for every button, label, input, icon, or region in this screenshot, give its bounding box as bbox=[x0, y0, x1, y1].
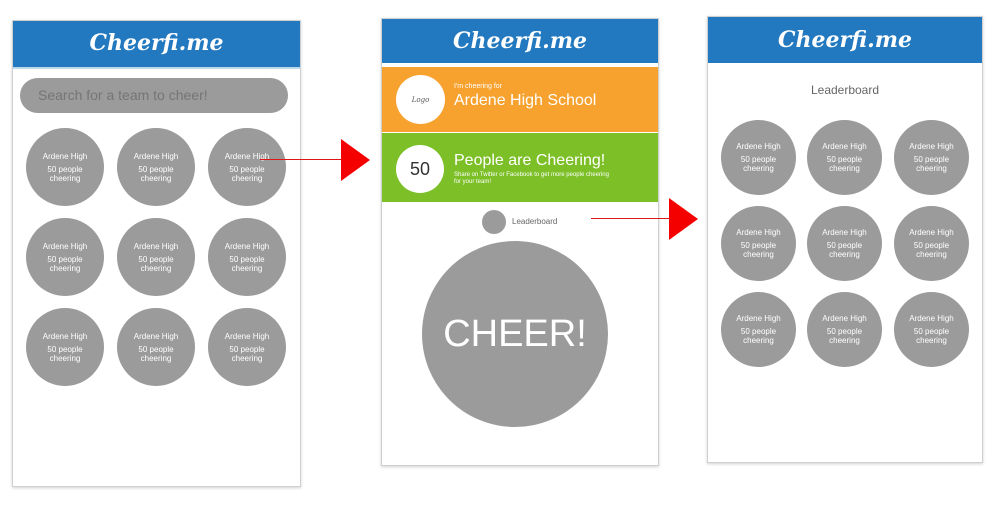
team-cheer-label: cheering bbox=[743, 164, 774, 173]
team-cheer-label: cheering bbox=[49, 173, 81, 183]
team-cheer-count: 50 people bbox=[138, 254, 174, 264]
cheer-count: 50 bbox=[396, 145, 444, 193]
flow-arrow-head-1 bbox=[341, 139, 370, 181]
team-cheer-label: cheering bbox=[829, 336, 860, 345]
team-cheer-screen: Cheerfi.me Logo I'm cheering for Ardene … bbox=[381, 18, 659, 466]
team-cheer-label: cheering bbox=[916, 164, 947, 173]
leaderboard-screen: Cheerfi.me Leaderboard Ardene High 50 peo… bbox=[707, 16, 983, 463]
team-cheer-label: cheering bbox=[829, 250, 860, 259]
team-cheer-count: 50 people bbox=[913, 327, 950, 336]
team-circle[interactable]: Ardene High 50 people cheering bbox=[208, 128, 286, 206]
team-cheer-count: 50 people bbox=[47, 344, 83, 354]
team-name: Ardene High bbox=[133, 331, 179, 341]
header-divider bbox=[13, 67, 300, 69]
app-header: Cheerfi.me bbox=[382, 19, 658, 63]
team-name: Ardene High bbox=[42, 331, 88, 341]
team-name: Ardene High bbox=[736, 228, 781, 237]
school-name: Ardene High School bbox=[454, 92, 597, 109]
team-circle[interactable]: Ardene High 50 people cheering bbox=[807, 292, 882, 367]
team-circle[interactable]: Ardene High 50 people cheering bbox=[721, 292, 796, 367]
leaderboard-title: Leaderboard bbox=[810, 83, 880, 97]
team-cheer-count: 50 people bbox=[740, 241, 777, 250]
team-circle[interactable]: Ardene High 50 people cheering bbox=[117, 308, 195, 386]
team-circle[interactable]: Ardene High 50 people cheering bbox=[208, 308, 286, 386]
team-cheer-label: cheering bbox=[916, 336, 947, 345]
team-circle[interactable]: Ardene High 50 people cheering bbox=[117, 218, 195, 296]
team-cheer-count: 50 people bbox=[740, 155, 777, 164]
team-name: Ardene High bbox=[42, 151, 88, 161]
flow-arrow-line-2 bbox=[591, 218, 669, 219]
team-circle[interactable]: Ardene High 50 people cheering bbox=[721, 120, 796, 195]
team-cheer-count: 50 people bbox=[47, 254, 83, 264]
team-cheer-label: cheering bbox=[231, 353, 263, 363]
team-cheer-label: cheering bbox=[49, 263, 81, 273]
team-circle[interactable]: Ardene High 50 people cheering bbox=[807, 206, 882, 281]
team-cheer-label: cheering bbox=[140, 263, 172, 273]
team-circle[interactable]: Ardene High 50 people cheering bbox=[721, 206, 796, 281]
leaderboard-link[interactable]: Leaderboard bbox=[512, 217, 557, 226]
team-name: Ardene High bbox=[909, 314, 954, 323]
team-name: Ardene High bbox=[42, 241, 88, 251]
people-cheering-text: People are Cheering! bbox=[454, 152, 606, 169]
team-cheer-count: 50 people bbox=[138, 344, 174, 354]
team-logo: Logo bbox=[396, 75, 445, 124]
team-search-screen: Cheerfi.me Ardene High50 peoplecheeringA… bbox=[12, 20, 301, 487]
share-prompt: Share on Twitter or Facebook to get more… bbox=[454, 172, 609, 185]
team-cheer-count: 50 people bbox=[229, 254, 265, 264]
app-header: Cheerfi.me bbox=[708, 17, 982, 63]
team-cheer-count: 50 people bbox=[826, 241, 863, 250]
team-cheer-label: cheering bbox=[916, 250, 947, 259]
team-name: Ardene High bbox=[909, 142, 954, 151]
flow-arrow-line-1 bbox=[260, 159, 342, 160]
team-cheer-count: 50 people bbox=[826, 155, 863, 164]
team-cheer-label: cheering bbox=[231, 263, 263, 273]
team-cheer-count: 50 people bbox=[826, 327, 863, 336]
team-name: Ardene High bbox=[822, 228, 867, 237]
leaderboard-icon[interactable] bbox=[482, 210, 506, 234]
app-header: Cheerfi.me bbox=[13, 21, 300, 67]
team-name: Ardene High bbox=[224, 331, 270, 341]
team-name: Ardene High bbox=[736, 142, 781, 151]
flow-arrow-head-2 bbox=[669, 198, 698, 240]
team-cheer-label: cheering bbox=[743, 336, 774, 345]
team-cheer-count: 50 people bbox=[138, 164, 174, 174]
team-cheer-label: cheering bbox=[829, 164, 860, 173]
cheering-for-label: I'm cheering for bbox=[454, 83, 503, 90]
team-cheer-label: cheering bbox=[140, 353, 172, 363]
team-name: Ardene High bbox=[822, 142, 867, 151]
team-name: Ardene High bbox=[133, 241, 179, 251]
team-circle[interactable]: Ardene High 50 people cheering bbox=[807, 120, 882, 195]
team-circle[interactable]: Ardene High 50 people cheering bbox=[26, 218, 104, 296]
team-name: Ardene High bbox=[909, 228, 954, 237]
team-cheer-count: 50 people bbox=[740, 327, 777, 336]
team-circle[interactable]: Ardene High 50 people cheering bbox=[894, 120, 969, 195]
team-cheer-count: 50 people bbox=[229, 164, 265, 174]
cheer-button[interactable]: CHEER! bbox=[422, 241, 608, 427]
team-circle[interactable]: Ardene High 50 people cheering bbox=[894, 292, 969, 367]
team-banner: Logo I'm cheering for Ardene High School bbox=[382, 67, 658, 132]
team-circle[interactable]: Ardene High 50 people cheering bbox=[26, 128, 104, 206]
team-cheer-count: 50 people bbox=[47, 164, 83, 174]
team-cheer-label: cheering bbox=[231, 173, 263, 183]
team-cheer-label: cheering bbox=[743, 250, 774, 259]
team-circle[interactable]: Ardene High 50 people cheering bbox=[208, 218, 286, 296]
team-cheer-count: 50 people bbox=[913, 241, 950, 250]
team-cheer-label: cheering bbox=[49, 353, 81, 363]
team-name: Ardene High bbox=[736, 314, 781, 323]
team-name: Ardene High bbox=[133, 151, 179, 161]
team-search-input[interactable] bbox=[20, 78, 288, 113]
team-cheer-count: 50 people bbox=[913, 155, 950, 164]
cheer-count-banner: 50 People are Cheering! Share on Twitter… bbox=[382, 133, 658, 202]
team-cheer-label: cheering bbox=[140, 173, 172, 183]
team-name: Ardene High bbox=[224, 241, 270, 251]
team-circle[interactable]: Ardene High 50 people cheering bbox=[26, 308, 104, 386]
team-name: Ardene High bbox=[822, 314, 867, 323]
team-circle[interactable]: Ardene High 50 people cheering bbox=[117, 128, 195, 206]
team-cheer-count: 50 people bbox=[229, 344, 265, 354]
team-circle[interactable]: Ardene High 50 people cheering bbox=[894, 206, 969, 281]
